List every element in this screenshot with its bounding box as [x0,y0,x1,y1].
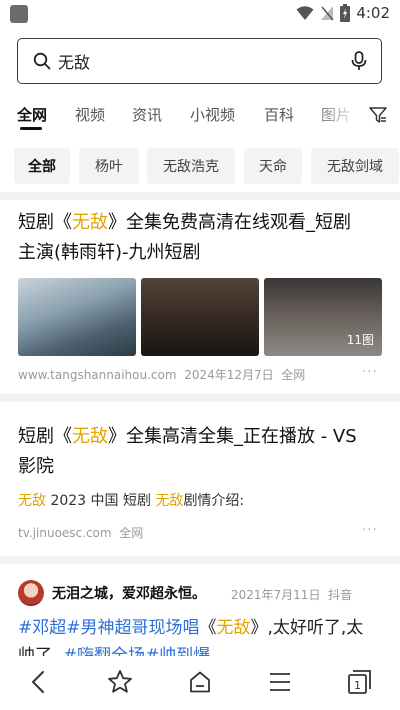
result-1-images: 11图 [18,278,382,356]
result-2-source: tv.jinuoesc.com [18,526,112,540]
hashtag[interactable]: #男神超哥现场唱 [66,618,199,638]
result-2-title-line2: 影院 [18,456,54,477]
result-3-platform: 抖音 [328,588,353,602]
post-text-prefix: 《 [199,618,217,638]
search-input[interactable] [58,49,328,73]
result-1-more-button[interactable]: ··· [362,364,378,380]
search-box[interactable] [17,38,382,84]
result-1-scope: 全网 [281,368,306,382]
chip-yangye[interactable]: 杨叶 [79,148,139,184]
result-3-meta: 2021年7月11日 抖音 [231,586,352,603]
tab-video[interactable]: 视频 [75,104,105,125]
no-signal-icon [321,6,334,21]
chip-wudi-jianyu[interactable]: 无敌剑域 [311,148,399,184]
category-tabs: 全网 视频 资讯 小视频 百科 图片 [0,102,400,132]
keyword-chips: 全部 杨叶 无敌浩克 天命 无敌剑域 [0,148,400,186]
result-2-title-highlight: 无敌 [72,426,108,447]
back-button[interactable] [24,668,52,696]
home-icon [190,671,210,693]
wifi-icon [296,6,314,20]
star-icon [108,670,132,693]
home-button[interactable] [186,668,214,696]
hashtag[interactable]: #邓超 [18,618,66,638]
result-2-more-button[interactable]: ··· [362,522,378,538]
avatar[interactable] [18,580,44,606]
snippet-text: 剧情介绍: [183,493,245,509]
result-1-meta: www.tangshannaihou.com 2024年12月7日 全网 [18,366,305,383]
bottom-nav: 1 [0,656,400,710]
tab-baike[interactable]: 百科 [264,104,294,125]
result-1-source: www.tangshannaihou.com [18,368,177,382]
tab-all[interactable]: 全网 [17,104,47,125]
menu-icon [270,673,290,691]
snippet-highlight: 无敌 [155,493,184,509]
favorite-button[interactable] [106,668,134,696]
result-1-title[interactable]: 短剧《无敌》全集免费高清在线观看_短剧 主演(韩雨轩)-九州短剧 [18,208,382,268]
result-1-title-prefix: 短剧《 [18,212,72,233]
result-1-title-highlight: 无敌 [72,212,108,233]
section-divider [0,556,400,564]
tabs-button[interactable]: 1 [346,668,374,696]
filter-icon[interactable] [368,105,388,125]
tab-short-video[interactable]: 小视频 [190,104,235,125]
result-3-text[interactable]: #邓超#男神超哥现场唱《无敌》,太好听了,太 帅了 #嗨翻全场#帅到爆 [18,614,382,658]
result-2-title[interactable]: 短剧《无敌》全集高清全集_正在播放 - VS 影院 [18,422,382,482]
result-2-scope: 全网 [119,526,144,540]
result-1-image-poster[interactable] [18,278,136,356]
result-1-title-line2: 主演(韩雨轩)-九州短剧 [18,242,201,263]
result-1-title-suffix: 》全集免费高清在线观看_短剧 [108,212,351,233]
result-2-title-prefix: 短剧《 [18,426,72,447]
result-2-snippet: 无敌 2023 中国 短剧 无敌剧情介绍: [18,490,244,510]
microphone-icon[interactable] [351,51,367,71]
result-1-image-group[interactable]: 11图 [264,278,382,356]
status-time: 4:02 [356,4,390,22]
result-1-date: 2024年12月7日 [184,368,274,382]
result-3-date: 2021年7月11日 [231,588,321,602]
section-divider [0,192,400,200]
chip-all[interactable]: 全部 [14,148,70,184]
chip-wudi-haoke[interactable]: 无敌浩克 [147,148,235,184]
status-bar: 4:02 [0,0,400,28]
menu-button[interactable] [266,668,294,696]
image-count-label: 11图 [346,333,374,347]
search-icon [33,52,51,70]
result-1-image-cast[interactable] [141,278,259,356]
back-icon [32,671,44,693]
result-2-meta: tv.jinuoesc.com 全网 [18,524,143,541]
tabs-icon: 1 [348,670,371,694]
result-3-author[interactable]: 无泪之城，爱邓超永恒。 [52,583,206,603]
result-2-title-suffix: 》全集高清全集_正在播放 - VS [108,426,357,447]
tab-count: 1 [354,679,361,692]
post-text-suffix: 》,太好听了,太 [250,618,364,638]
app-notification-icon [10,5,28,23]
snippet-highlight: 无敌 [18,493,46,509]
section-divider [0,394,400,402]
tab-news[interactable]: 资讯 [132,104,162,125]
snippet-text: 2023 中国 短剧 [46,493,156,509]
battery-icon [340,4,351,22]
chip-tianming[interactable]: 天命 [244,148,302,184]
active-tab-indicator [20,127,42,130]
post-text-highlight: 无敌 [216,618,251,638]
